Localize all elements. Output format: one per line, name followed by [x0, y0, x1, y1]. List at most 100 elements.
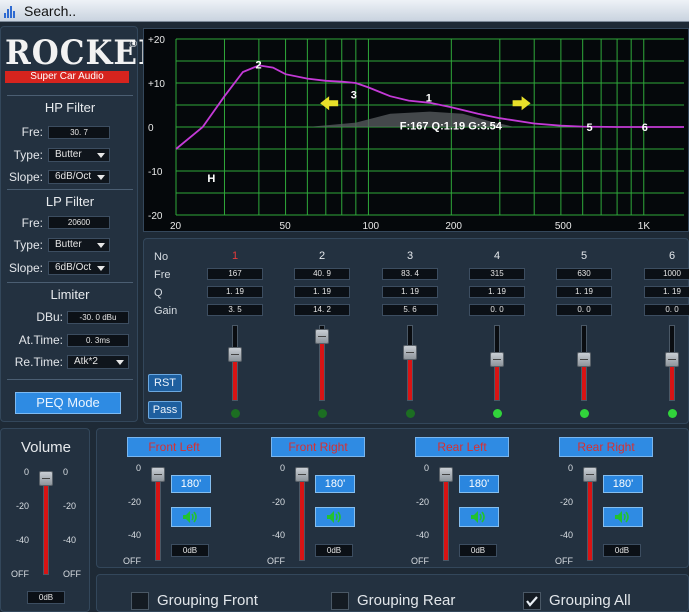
channel-label-button[interactable]: Rear Right: [559, 437, 653, 457]
arrow-right-icon[interactable]: [512, 96, 531, 111]
channel-label-button[interactable]: Front Right: [271, 437, 365, 457]
pass-button[interactable]: Pass: [148, 401, 182, 419]
band-q-field[interactable]: 1. 19: [207, 286, 263, 298]
band-marker-label[interactable]: 1: [426, 93, 432, 105]
band-gain-knob[interactable]: [315, 329, 329, 345]
mute-button[interactable]: [459, 507, 499, 527]
hp-marker-label[interactable]: H: [207, 173, 215, 185]
vol-scale-40-right: -40: [63, 535, 77, 545]
band-status-led[interactable]: [230, 409, 240, 418]
band-marker-label[interactable]: 3: [351, 89, 357, 101]
band-gain-track[interactable]: [407, 325, 413, 401]
band-gain-field[interactable]: 14. 2: [294, 304, 350, 316]
x-tick-label: 500: [555, 221, 572, 232]
channel-volume-knob[interactable]: [439, 466, 453, 482]
grouping-checkbox[interactable]: [131, 592, 149, 610]
band-fre-field[interactable]: 1000: [644, 268, 689, 280]
band-marker-label[interactable]: 2: [256, 60, 262, 72]
channel-volume-knob[interactable]: [295, 466, 309, 482]
band-gain-knob[interactable]: [403, 344, 417, 360]
band-gain-knob[interactable]: [228, 346, 242, 362]
phase-180-button[interactable]: 180': [459, 475, 499, 493]
mute-button[interactable]: [171, 507, 211, 527]
band-fre-field[interactable]: 630: [556, 268, 612, 280]
lp-slope-value: 6dB/Oct: [55, 262, 92, 273]
band-gain-field[interactable]: 5. 6: [382, 304, 438, 316]
hp-slope-dropdown[interactable]: 6dB/Oct: [48, 170, 110, 184]
grouping-checkbox[interactable]: [331, 592, 349, 610]
hp-fre-field[interactable]: 30. 7: [48, 126, 110, 139]
lp-fre-field[interactable]: 20600: [48, 216, 110, 229]
limiter-attack-field[interactable]: 0. 3ms: [67, 334, 129, 347]
arrow-left-icon[interactable]: [320, 96, 339, 111]
channel-label-button[interactable]: Front Left: [127, 437, 221, 457]
band-gain-knob[interactable]: [490, 352, 504, 368]
limiter-release-dropdown[interactable]: Atk*2: [67, 355, 129, 369]
grouping-checkbox[interactable]: [523, 592, 541, 610]
band-gain-field[interactable]: 0. 0: [644, 304, 689, 316]
band-status-led[interactable]: [317, 409, 327, 418]
mute-button[interactable]: [603, 507, 643, 527]
master-volume-knob[interactable]: [39, 471, 53, 487]
rst-button[interactable]: RST: [148, 374, 182, 392]
channel-scale-20: -20: [415, 497, 429, 507]
hp-type-dropdown[interactable]: Butter: [48, 148, 110, 162]
speaker-icon: [327, 511, 341, 523]
band-status-led[interactable]: [667, 409, 677, 418]
phase-180-button[interactable]: 180': [603, 475, 643, 493]
band-q-field[interactable]: 1. 19: [294, 286, 350, 298]
peq-mode-button[interactable]: PEQ Mode: [15, 392, 121, 414]
band-q-field[interactable]: 1. 19: [556, 286, 612, 298]
band-fre-field[interactable]: 315: [469, 268, 525, 280]
y-tick-label: +20: [148, 35, 165, 46]
band-status-led[interactable]: [405, 409, 415, 418]
band-fre-field[interactable]: 40. 9: [294, 268, 350, 280]
band-info-readout: F:167 Q:1.19 G:3.54: [400, 121, 503, 133]
band-gain-field[interactable]: 0. 0: [469, 304, 525, 316]
eq-curve-svg: +20 +10 0 -10 -20 20 50 100 200 500 1K 1 2 3 5 6 H F:167 …: [148, 35, 684, 232]
band-marker-label[interactable]: 6: [642, 122, 648, 134]
chevron-down-icon: [97, 153, 105, 158]
lp-fre-label: Fre:: [21, 216, 43, 230]
limiter-heading: Limiter: [7, 282, 133, 302]
mute-button[interactable]: [315, 507, 355, 527]
lp-filter-heading: LP Filter: [7, 189, 133, 209]
band-q-field[interactable]: 1. 19: [644, 286, 689, 298]
band-fre-field[interactable]: 83. 4: [382, 268, 438, 280]
band-status-led[interactable]: [579, 409, 589, 418]
master-volume-track[interactable]: [43, 471, 49, 575]
band-marker-label[interactable]: 5: [587, 122, 593, 134]
band-q-field[interactable]: 1. 19: [382, 286, 438, 298]
band-gain-field[interactable]: 3. 5: [207, 304, 263, 316]
channel-volume-knob[interactable]: [151, 466, 165, 482]
q-header: Q: [154, 287, 163, 299]
limiter-dbu-field[interactable]: -30. 0 dBu: [67, 311, 129, 324]
channel-volume-value: 0dB: [171, 544, 209, 557]
master-volume-value: 0dB: [27, 591, 65, 604]
band-gain-knob[interactable]: [665, 352, 679, 368]
phase-180-button[interactable]: 180': [171, 475, 211, 493]
channel-volume-knob[interactable]: [583, 466, 597, 482]
x-tick-label: 50: [280, 221, 292, 232]
title-bar: Search..: [0, 0, 689, 22]
lp-slope-label: Slope:: [8, 261, 43, 275]
x-tick-label: 200: [445, 221, 462, 232]
channel-scale-40: -40: [127, 530, 141, 540]
lp-slope-dropdown[interactable]: 6dB/Oct: [48, 261, 110, 275]
eq-response-graph[interactable]: +20 +10 0 -10 -20 20 50 100 200 500 1K 1 2 3 5 6 H F:167 …: [143, 28, 689, 232]
band-fre-field[interactable]: 167: [207, 268, 263, 280]
lp-type-dropdown[interactable]: Butter: [48, 238, 110, 252]
hp-filter-heading: HP Filter: [7, 95, 133, 115]
band-gain-field[interactable]: 0. 0: [556, 304, 612, 316]
gain-header: Gain: [154, 305, 178, 317]
band-gain-track[interactable]: [232, 325, 238, 401]
fre-header: Fre: [154, 269, 171, 281]
no-header: No: [154, 251, 169, 263]
band-q-field[interactable]: 1. 19: [469, 286, 525, 298]
band-gain-knob[interactable]: [577, 352, 591, 368]
band-status-led[interactable]: [492, 409, 502, 418]
channel-volume-fill: [156, 474, 160, 560]
eq-response-curve: [175, 64, 684, 150]
channel-label-button[interactable]: Rear Left: [415, 437, 509, 457]
phase-180-button[interactable]: 180': [315, 475, 355, 493]
